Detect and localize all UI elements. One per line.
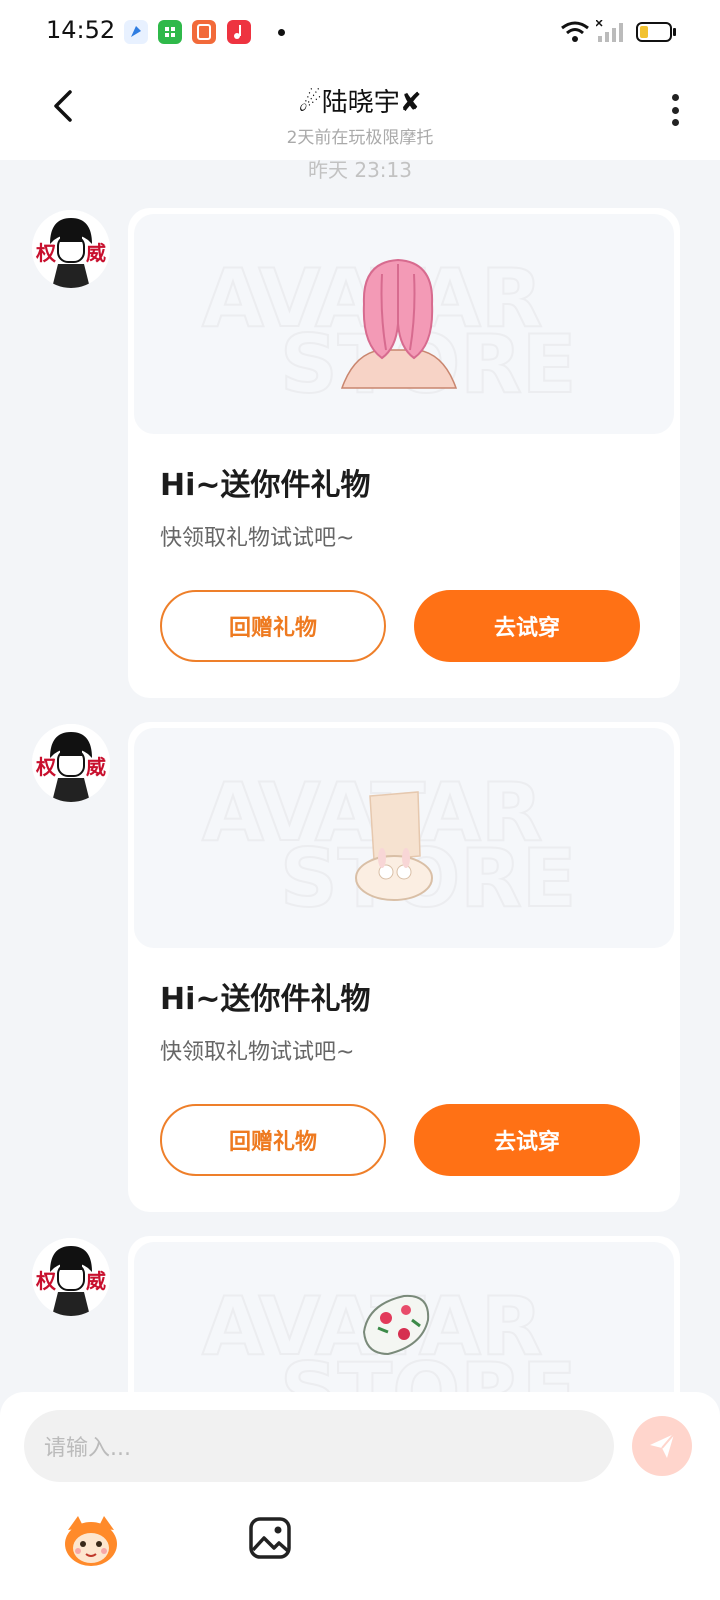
more-dot bbox=[671, 94, 679, 101]
svg-text:威: 威 bbox=[86, 241, 106, 265]
sender-avatar[interactable]: 权 威 bbox=[32, 1238, 110, 1316]
image-picker-button[interactable] bbox=[248, 1516, 292, 1560]
gift-card: AVATAR STORE Hi~送你件礼物 快领取礼物试试吧~ 回赠礼物 去试穿 bbox=[128, 208, 680, 698]
more-dot bbox=[671, 119, 679, 126]
message-input[interactable]: 请输入... bbox=[24, 1410, 614, 1482]
gift-card: AVATAR STORE bbox=[128, 1236, 680, 1400]
battery-icon bbox=[636, 22, 672, 42]
more-options-button[interactable] bbox=[660, 90, 690, 130]
mascot-icon bbox=[65, 1516, 117, 1566]
svg-text:威: 威 bbox=[86, 755, 106, 779]
gift-subtitle: 快领取礼物试试吧~ bbox=[160, 526, 355, 551]
chevron-left-icon bbox=[54, 90, 72, 122]
status-bar: 14:52 bbox=[0, 0, 720, 64]
app-icon-music bbox=[227, 20, 251, 44]
signal-icon bbox=[596, 20, 623, 42]
battery-tip bbox=[673, 28, 676, 36]
bottom-input-bar: 请输入... bbox=[0, 1392, 720, 1600]
app-icon-green bbox=[158, 20, 182, 44]
gift-image[interactable]: AVATAR STORE bbox=[134, 728, 674, 948]
svg-text:威: 威 bbox=[86, 1269, 106, 1293]
sender-avatar[interactable]: 权 威 bbox=[32, 724, 110, 802]
gift-card: AVATAR STORE Hi~送你件礼物 快领取礼物试试吧~ 回赠礼物 去试穿 bbox=[128, 722, 680, 1212]
avatar-image: 权 威 bbox=[32, 1238, 110, 1316]
bunny-slippers-icon bbox=[355, 791, 433, 901]
more-dot bbox=[671, 106, 679, 114]
return-gift-button[interactable]: 回赠礼物 bbox=[160, 590, 386, 662]
gift-title: Hi~送你件礼物 bbox=[160, 468, 371, 503]
avatar-image: 权 威 bbox=[32, 724, 110, 802]
app-icon-orange bbox=[192, 20, 216, 44]
chat-message-list[interactable]: 昨天 23:13 权 威 AVATAR STORE Hi~送你件礼物 快领取礼物… bbox=[0, 160, 720, 1400]
try-on-button[interactable]: 去试穿 bbox=[414, 1104, 640, 1176]
gift-subtitle: 快领取礼物试试吧~ bbox=[160, 1040, 355, 1065]
sender-avatar[interactable]: 权 威 bbox=[32, 210, 110, 288]
gift-title: Hi~送你件礼物 bbox=[160, 982, 371, 1017]
gift-image[interactable]: AVATAR STORE bbox=[134, 214, 674, 434]
app-icon-blue bbox=[124, 20, 148, 44]
contact-status: 2天前在玩极限摩托 bbox=[286, 128, 434, 148]
contact-name: ☄陆晓宇✘ bbox=[298, 88, 422, 118]
return-gift-button[interactable]: 回赠礼物 bbox=[160, 1104, 386, 1176]
try-on-button[interactable]: 去试穿 bbox=[414, 590, 640, 662]
status-time: 14:52 bbox=[46, 16, 116, 44]
svg-text:权: 权 bbox=[35, 755, 57, 779]
notification-dot bbox=[278, 29, 285, 36]
back-button[interactable] bbox=[40, 84, 84, 128]
image-icon bbox=[249, 1517, 291, 1559]
pink-hair-icon bbox=[340, 258, 458, 389]
mascot-avatar-button[interactable] bbox=[62, 1512, 120, 1568]
gift-image[interactable]: AVATAR STORE bbox=[134, 1242, 674, 1400]
svg-text:权: 权 bbox=[35, 241, 57, 265]
chat-header: ☄陆晓宇✘ 2天前在玩极限摩托 bbox=[0, 64, 720, 160]
send-button[interactable] bbox=[632, 1416, 692, 1476]
chat-timestamp: 昨天 23:13 bbox=[308, 160, 412, 182]
title-block: ☄陆晓宇✘ 2天前在玩极限摩托 bbox=[160, 82, 560, 148]
send-icon bbox=[650, 1433, 675, 1458]
floral-hat-icon bbox=[362, 1294, 430, 1356]
wifi-icon bbox=[561, 21, 589, 42]
avatar-image: 权 威 bbox=[32, 210, 110, 288]
svg-text:权: 权 bbox=[35, 1269, 57, 1293]
